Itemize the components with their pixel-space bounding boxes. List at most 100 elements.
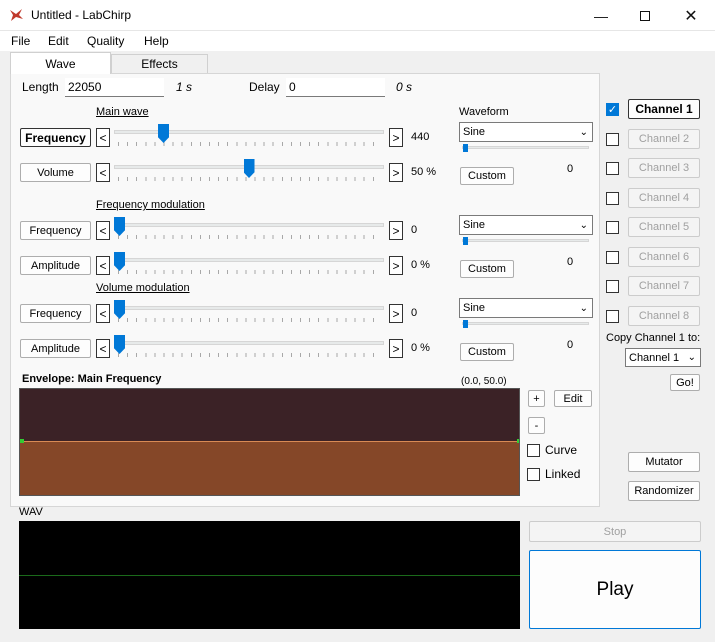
mutator-button[interactable]: Mutator — [628, 452, 700, 472]
volume-modulation-label: Volume modulation — [96, 282, 190, 294]
channel-4-checkbox[interactable] — [606, 191, 619, 205]
stop-button[interactable]: Stop — [529, 521, 701, 542]
row-3-decrease-button[interactable]: < — [96, 256, 110, 275]
envelope-node-end[interactable] — [517, 439, 519, 443]
chevron-down-icon: ⌄ — [579, 126, 588, 138]
close-button[interactable]: ✕ — [668, 0, 714, 31]
menu-help[interactable]: Help — [144, 34, 169, 48]
linked-checkbox[interactable] — [527, 468, 540, 481]
menu-edit[interactable]: Edit — [48, 34, 69, 48]
waveform-0-custom-button[interactable]: Custom — [460, 167, 514, 185]
row-4-decrease-button[interactable]: < — [96, 304, 110, 323]
row-5-value: 0 % — [411, 342, 430, 354]
row-0-slider-track[interactable] — [114, 130, 384, 134]
channel-7-button[interactable]: Channel 7 — [628, 276, 700, 296]
channel-3-button[interactable]: Channel 3 — [628, 158, 700, 178]
channel-2-checkbox[interactable] — [606, 132, 619, 146]
row-3-slider-track[interactable] — [114, 258, 384, 262]
row-4-param-button[interactable]: Frequency — [20, 304, 91, 323]
row-0-value: 440 — [411, 131, 430, 143]
copy-target-select[interactable]: Channel 1 ⌄ — [625, 348, 701, 367]
chevron-down-icon: ⌄ — [687, 352, 696, 363]
envelope-add-point-button[interactable]: + — [528, 390, 545, 407]
chevron-right-icon: > — [392, 341, 400, 356]
row-4-value: 0 — [411, 307, 418, 319]
envelope-remove-point-button[interactable]: - — [528, 417, 545, 434]
maximize-button[interactable] — [622, 0, 668, 31]
chevron-left-icon: < — [99, 258, 107, 273]
channel-5-checkbox[interactable] — [606, 221, 619, 234]
copy-go-button[interactable]: Go! — [670, 374, 700, 391]
length-input[interactable]: 22050 — [65, 78, 164, 97]
randomizer-button[interactable]: Randomizer — [628, 481, 700, 501]
chevron-right-icon: > — [392, 306, 400, 321]
chevron-right-icon: > — [392, 165, 400, 180]
channel-8-button[interactable]: Channel 8 — [628, 305, 700, 326]
envelope-fill — [20, 441, 519, 495]
waveform-2-param-track[interactable] — [462, 322, 589, 325]
check-icon: ✓ — [607, 104, 618, 116]
row-1-param-button[interactable]: Volume — [20, 163, 91, 182]
row-3-increase-button[interactable]: > — [389, 256, 403, 275]
chevron-left-icon: < — [99, 130, 107, 145]
row-2-increase-button[interactable]: > — [389, 221, 403, 240]
row-4-slider-track[interactable] — [114, 306, 384, 310]
waveform-0-param-thumb[interactable] — [463, 144, 468, 152]
waveform-0-param-track[interactable] — [462, 146, 589, 149]
waveform-1-select[interactable]: Sine ⌄ — [459, 215, 593, 235]
envelope-node-start[interactable] — [20, 439, 24, 443]
waveform-1-custom-button[interactable]: Custom — [460, 260, 514, 278]
row-0-increase-button[interactable]: > — [389, 128, 403, 147]
row-0-decrease-button[interactable]: < — [96, 128, 110, 147]
frequency-modulation-label: Frequency modulation — [96, 199, 205, 211]
minimize-icon: — — [594, 7, 608, 24]
waveform-2-custom-button[interactable]: Custom — [460, 343, 514, 361]
row-2-slider-track[interactable] — [114, 223, 384, 227]
channel-3-checkbox[interactable] — [606, 162, 619, 175]
row-4-increase-button[interactable]: > — [389, 304, 403, 323]
envelope-edit-button[interactable]: Edit — [554, 390, 592, 407]
channel-7-checkbox[interactable] — [606, 280, 619, 293]
row-5-param-button[interactable]: Amplitude — [20, 339, 91, 358]
minimize-button[interactable]: — — [578, 0, 624, 31]
row-5-decrease-button[interactable]: < — [96, 339, 110, 358]
row-1-value: 50 % — [411, 166, 437, 178]
channel-5-button[interactable]: Channel 5 — [628, 217, 700, 237]
waveform-2-param-thumb[interactable] — [463, 320, 468, 328]
channel-1-checkbox[interactable]: ✓ — [606, 103, 619, 116]
row-1-increase-button[interactable]: > — [389, 163, 403, 182]
menu-file[interactable]: File — [11, 34, 30, 48]
waveform-2-select[interactable]: Sine ⌄ — [459, 298, 593, 318]
channel-4-button[interactable]: Channel 4 — [628, 187, 700, 208]
tab-wave[interactable]: Wave — [10, 52, 111, 74]
row-5-slider-track[interactable] — [114, 341, 384, 345]
row-2-slider-ticks — [118, 235, 380, 239]
tab-effects[interactable]: Effects — [111, 54, 208, 73]
channel-8-checkbox[interactable] — [606, 309, 619, 323]
waveform-1-param-track[interactable] — [462, 239, 589, 242]
linked-label: Linked — [545, 467, 581, 481]
delay-input[interactable]: 0 — [286, 78, 385, 97]
channel-2-button[interactable]: Channel 2 — [628, 128, 700, 149]
row-2-decrease-button[interactable]: < — [96, 221, 110, 240]
channel-6-button[interactable]: Channel 6 — [628, 246, 700, 267]
play-button[interactable]: Play — [529, 550, 701, 629]
delay-seconds: 0 s — [396, 80, 413, 94]
waveform-0-select[interactable]: Sine ⌄ — [459, 122, 593, 142]
chevron-down-icon: ⌄ — [579, 302, 588, 314]
length-label: Length — [22, 80, 59, 94]
row-2-param-button[interactable]: Frequency — [20, 221, 91, 240]
waveform-1-param-thumb[interactable] — [463, 237, 468, 245]
menu-quality[interactable]: Quality — [87, 34, 124, 48]
window-title: Untitled - LabChirp — [31, 8, 132, 22]
envelope-graph[interactable] — [19, 388, 520, 496]
chevron-left-icon: < — [99, 165, 107, 180]
channel-6-checkbox[interactable] — [606, 250, 619, 264]
row-1-decrease-button[interactable]: < — [96, 163, 110, 182]
row-5-increase-button[interactable]: > — [389, 339, 403, 358]
row-3-param-button[interactable]: Amplitude — [20, 256, 91, 275]
wav-display — [19, 521, 520, 629]
channel-1-button[interactable]: Channel 1 — [628, 99, 700, 119]
curve-checkbox[interactable] — [527, 444, 540, 457]
row-0-param-button[interactable]: Frequency — [20, 128, 91, 147]
